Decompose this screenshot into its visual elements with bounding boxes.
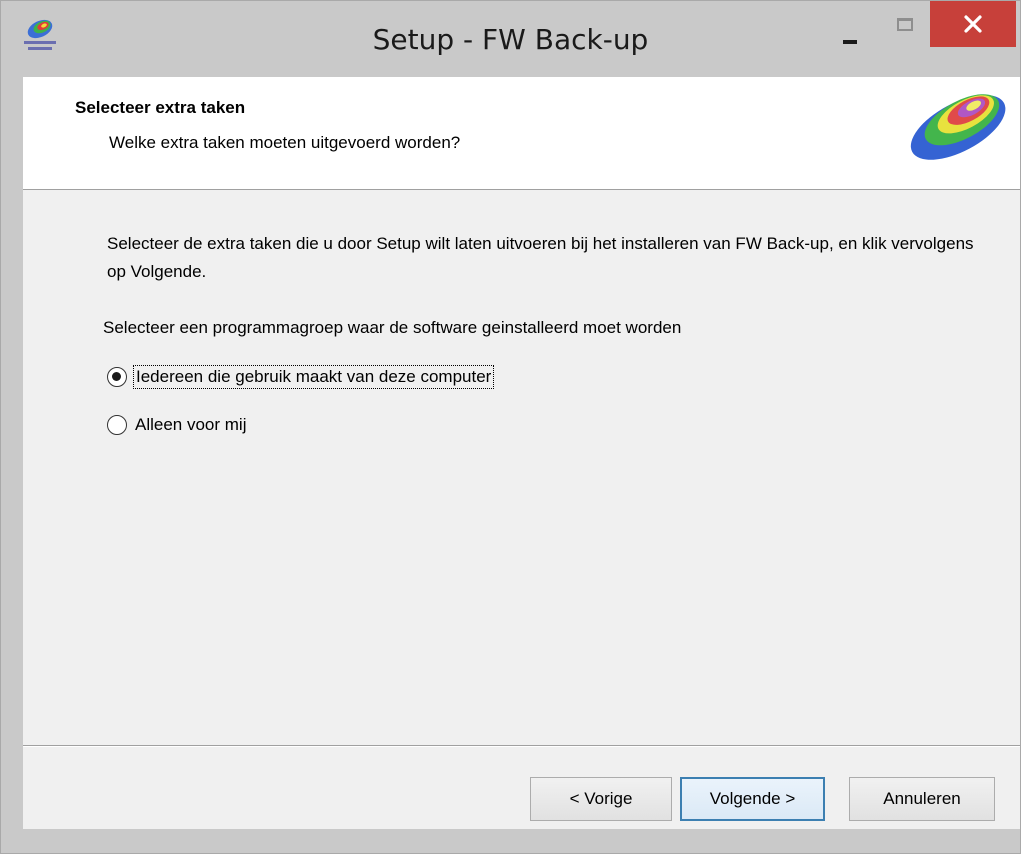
program-group-label: Selecteer een programmagroep waar de sof… <box>103 318 682 337</box>
setup-window: Setup - FW Back-up Selecteer extra taken… <box>0 0 1021 854</box>
radio-everyone[interactable]: Iedereen die gebruik maakt van deze comp… <box>107 362 495 392</box>
close-button[interactable] <box>930 1 1016 47</box>
intro-text: Selecteer de extra taken die u door Setu… <box>107 234 974 281</box>
title-bar[interactable]: Setup - FW Back-up <box>1 1 1020 77</box>
radio-button-checked[interactable] <box>107 367 127 387</box>
back-button-label: < Vorige <box>569 789 633 808</box>
next-button[interactable]: Volgende > <box>680 777 825 821</box>
cancel-button[interactable]: Annuleren <box>849 777 995 821</box>
radio-only-me[interactable]: Alleen voor mij <box>107 410 247 440</box>
wizard-footer: < Vorige Volgende > Annuleren <box>23 747 1020 829</box>
back-button[interactable]: < Vorige <box>530 777 672 821</box>
page-title: Selecteer extra taken <box>75 98 246 117</box>
wizard-header: Selecteer extra taken Welke extra taken … <box>23 77 1020 190</box>
fw-backup-logo-icon <box>910 94 1006 160</box>
page-subtitle: Welke extra taken moeten uitgevoerd word… <box>109 133 461 152</box>
radio-everyone-label[interactable]: Iedereen die gebruik maakt van deze comp… <box>132 365 495 389</box>
next-button-label: Volgende > <box>709 789 796 808</box>
maximize-button[interactable] <box>880 7 926 47</box>
window-bottom-border <box>1 829 1020 853</box>
close-icon <box>964 15 982 33</box>
radio-button-unchecked[interactable] <box>107 415 127 435</box>
wizard-body: Selecteer de extra taken die u door Setu… <box>23 190 1020 745</box>
cancel-button-label: Annuleren <box>883 789 961 808</box>
minimize-button[interactable] <box>826 7 872 47</box>
radio-only-me-label[interactable]: Alleen voor mij <box>135 415 247 435</box>
